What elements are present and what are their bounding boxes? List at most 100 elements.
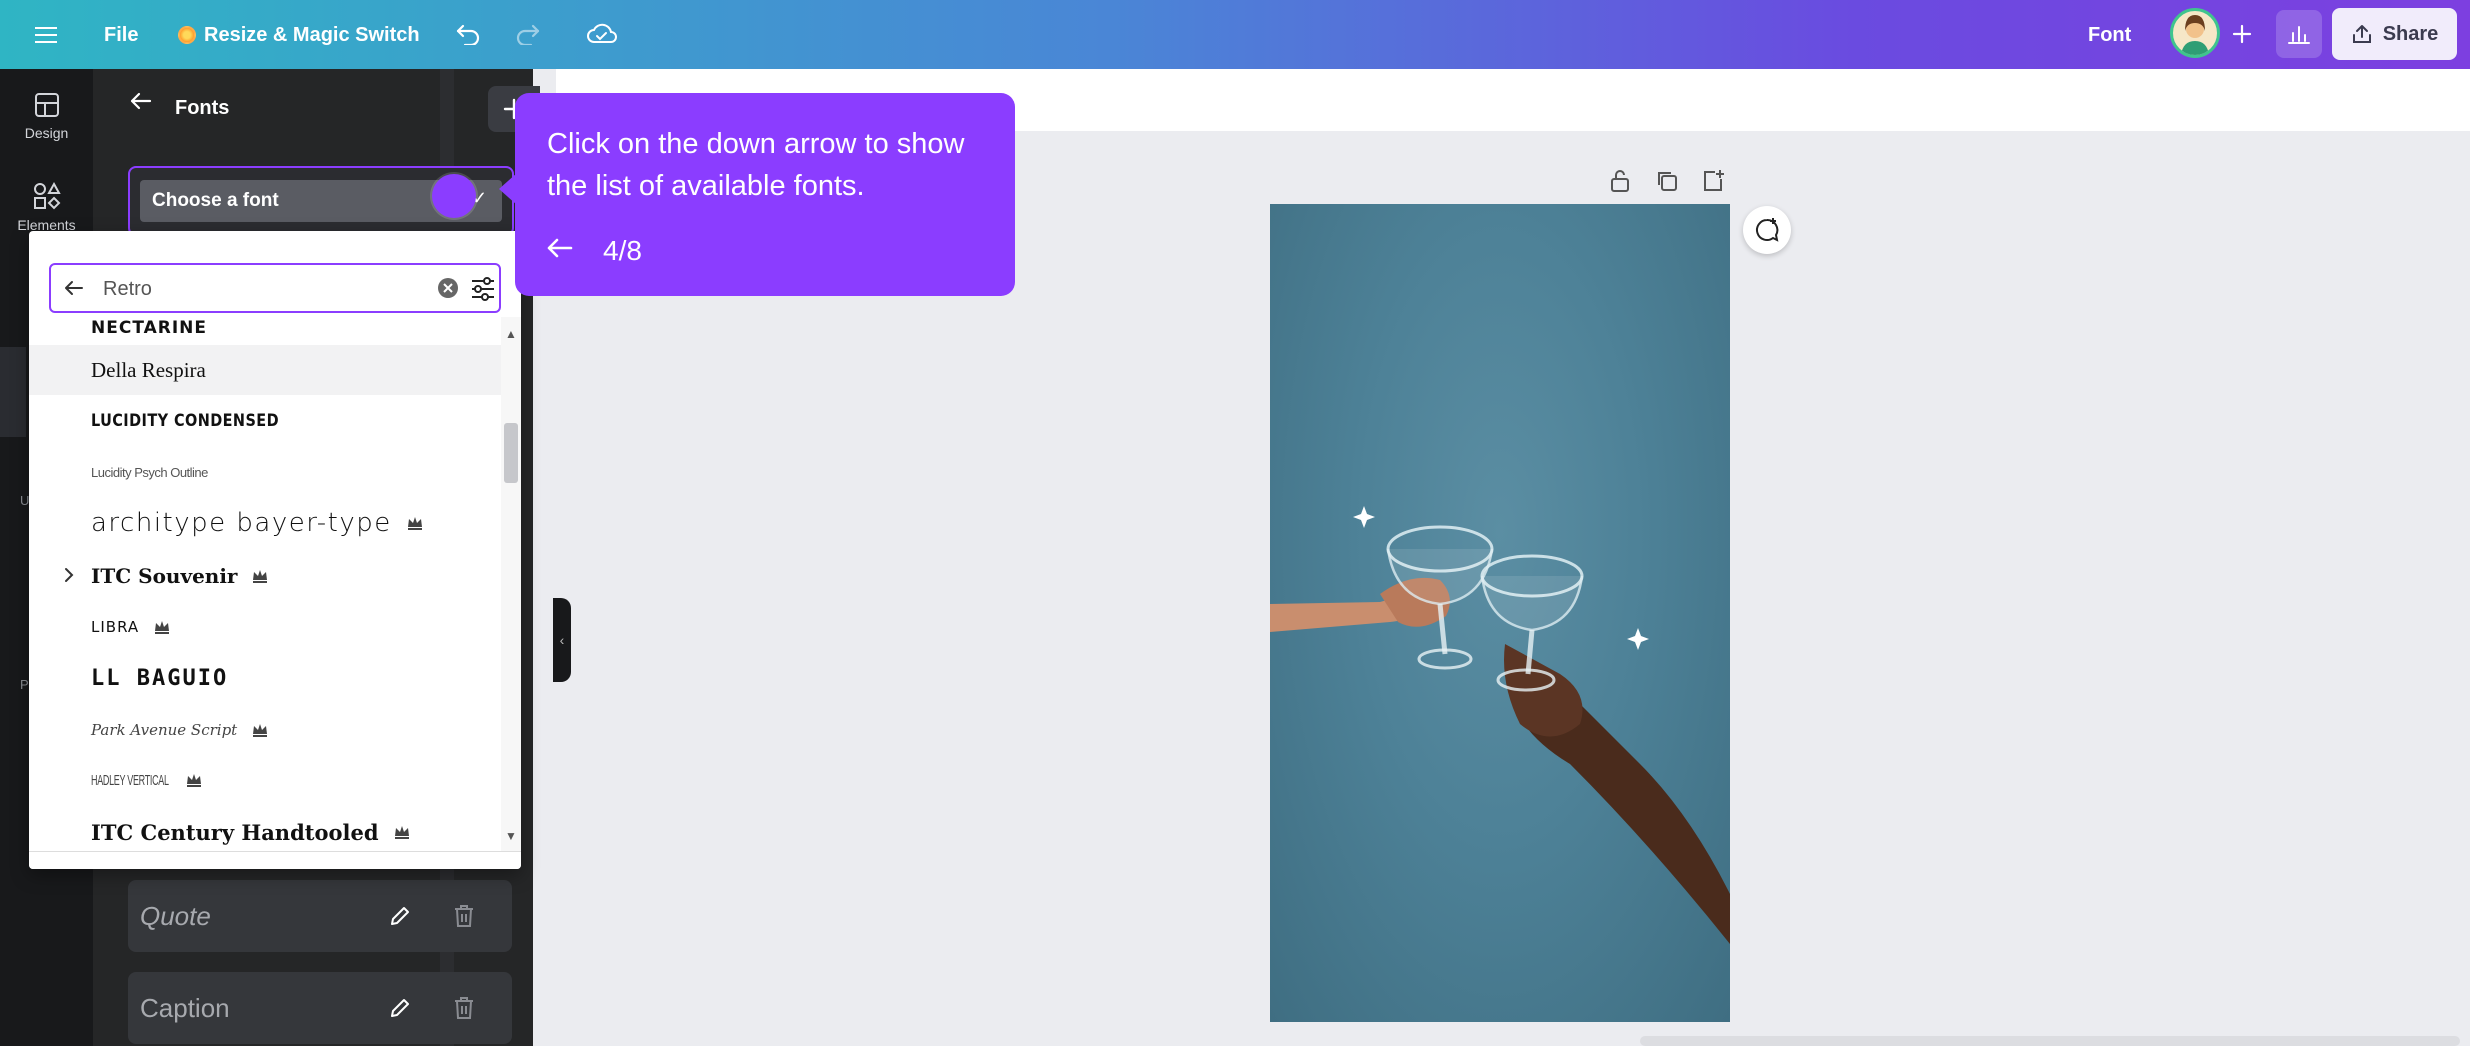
text-style-caption[interactable]: Caption: [128, 972, 512, 1044]
tooltip-back-button[interactable]: [545, 233, 581, 269]
font-label[interactable]: Font: [2088, 18, 2131, 52]
add-collaborator-button[interactable]: [2222, 14, 2262, 54]
rail-item-stub-u[interactable]: U: [20, 493, 29, 508]
trash-icon: [455, 997, 473, 1019]
filter-button[interactable]: [469, 275, 497, 303]
tooltip-text: Click on the down arrow to show the list…: [547, 128, 965, 202]
rail-item-design[interactable]: Design: [0, 91, 93, 141]
share-button[interactable]: Share: [2332, 8, 2457, 60]
design-icon: [34, 93, 59, 117]
rail-item-active[interactable]: [0, 347, 26, 437]
edit-style-button[interactable]: [384, 992, 416, 1024]
font-list-item[interactable]: Lucidity Psych Outline: [29, 447, 501, 497]
comment-icon: [1756, 218, 1779, 242]
collapse-panel-button[interactable]: ‹: [553, 598, 571, 682]
edit-style-button[interactable]: [384, 900, 416, 932]
undo-button[interactable]: [448, 14, 488, 54]
cloud-sync-icon: [587, 23, 617, 43]
crown-icon: [253, 724, 268, 737]
tutorial-hotspot[interactable]: [432, 174, 476, 218]
font-name: architype bayer-type: [91, 508, 392, 538]
font-list-item[interactable]: LUCIDITY CONDENSED: [29, 396, 501, 446]
chevron-right-icon[interactable]: [59, 565, 79, 585]
share-icon: [2352, 25, 2371, 43]
resize-magic-switch-button[interactable]: Resize & Magic Switch: [178, 18, 420, 52]
font-list-scrollbar[interactable]: [501, 317, 521, 851]
font-name: HADLEY VERTICAL: [91, 771, 169, 789]
font-name: Lucidity Psych Outline: [91, 464, 208, 480]
crown-icon: [407, 517, 422, 530]
pencil-icon: [391, 907, 409, 925]
design-photo[interactable]: [1270, 204, 1730, 1022]
tooltip-step-counter: 4/8: [603, 235, 642, 266]
font-list-item[interactable]: Della Respira: [29, 345, 501, 395]
font-list-item[interactable]: ITC Century Handtooled: [29, 807, 501, 851]
undo-icon: [456, 24, 480, 45]
font-list: NECTARINE Della Respira LUCIDITY CONDENS…: [29, 317, 501, 851]
lock-icon: [1611, 170, 1629, 192]
pencil-icon: [391, 999, 409, 1017]
tutorial-tooltip: Click on the down arrow to show the list…: [499, 93, 1015, 296]
top-bar: File Resize & Magic Switch Font Share: [0, 0, 2470, 69]
scroll-up-icon[interactable]: ▲: [505, 327, 517, 341]
crown-icon: [186, 774, 201, 787]
analytics-button[interactable]: [2276, 10, 2322, 58]
font-search-input[interactable]: [103, 275, 403, 303]
canvas-scrollbar[interactable]: [2452, 131, 2470, 1046]
text-style-quote[interactable]: Quote: [128, 880, 512, 952]
clear-icon: [438, 278, 458, 298]
cloud-sync-button[interactable]: [580, 14, 624, 54]
delete-style-button[interactable]: [448, 900, 480, 932]
font-list-item[interactable]: LIBRA: [29, 602, 501, 652]
share-label: Share: [2382, 22, 2439, 45]
add-page-button[interactable]: [1698, 166, 1728, 196]
font-name: LIBRA: [91, 618, 140, 636]
font-dropdown: NECTARINE Della Respira LUCIDITY CONDENS…: [29, 231, 521, 869]
trash-icon: [455, 905, 473, 927]
arrow-left-icon: [65, 281, 83, 295]
font-list-item[interactable]: ITC Souvenir: [29, 551, 501, 601]
font-list-scroll-thumb[interactable]: [504, 423, 518, 483]
panel-back-button[interactable]: [128, 88, 158, 118]
font-list-item[interactable]: Park Avenue Script: [29, 705, 501, 755]
menu-icon: [35, 27, 57, 43]
elements-icon: [33, 181, 61, 210]
duplicate-page-button[interactable]: [1652, 166, 1682, 196]
redo-icon: [516, 24, 540, 45]
font-name: Park Avenue Script: [91, 721, 238, 739]
resize-label: Resize & Magic Switch: [204, 23, 420, 46]
rail-item-stub-p[interactable]: P: [20, 677, 29, 692]
font-list-item[interactable]: HADLEY VERTICAL: [29, 755, 501, 805]
lock-page-button[interactable]: [1605, 166, 1635, 196]
plus-icon: [2232, 24, 2252, 44]
delete-style-button[interactable]: [448, 992, 480, 1024]
search-back-button[interactable]: [63, 277, 87, 301]
redo-button[interactable]: [508, 14, 548, 54]
font-name: LL BAGUIO: [91, 665, 229, 691]
arrow-left-icon: [547, 238, 573, 258]
font-list-item[interactable]: architype bayer-type: [29, 498, 501, 548]
panel-title: Fonts: [175, 97, 230, 119]
dropdown-footer: [29, 851, 521, 869]
magic-switch-icon: [178, 26, 196, 44]
toasting-glasses-image: [1270, 506, 1730, 944]
menu-button[interactable]: [26, 18, 66, 52]
crown-icon: [253, 570, 268, 583]
avatar[interactable]: [2170, 8, 2220, 58]
duplicate-icon: [1658, 172, 1677, 191]
font-name: Della Respira: [91, 357, 206, 382]
crown-icon: [155, 621, 170, 634]
add-comment-button[interactable]: [1743, 206, 1791, 254]
arrow-left-icon: [130, 92, 152, 110]
user-avatar-icon: [2181, 15, 2209, 55]
file-menu-button[interactable]: File: [100, 18, 142, 52]
text-style-label: Quote: [140, 900, 211, 931]
scroll-down-icon[interactable]: ▼: [505, 829, 517, 843]
rail-item-elements[interactable]: Elements: [0, 181, 93, 233]
font-name: NECTARINE: [91, 318, 208, 338]
filter-sliders-icon: [472, 277, 494, 301]
font-list-item[interactable]: LL BAGUIO: [29, 653, 501, 703]
rail-label-design: Design: [24, 125, 69, 141]
font-name: LUCIDITY CONDENSED: [91, 411, 279, 431]
clear-search-button[interactable]: [437, 277, 461, 301]
